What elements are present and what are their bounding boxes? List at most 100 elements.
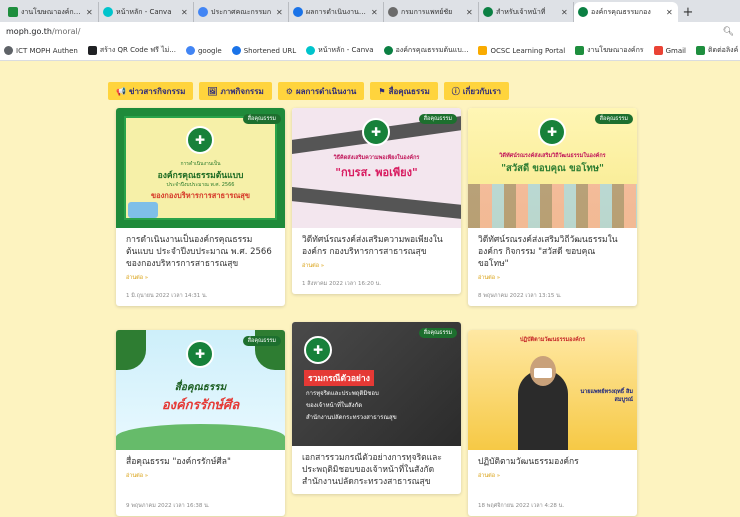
bookmark-item[interactable]: google bbox=[185, 46, 222, 55]
post-body: วิดีทัศน์รณรงค์ส่งเสริมวิถีวัฒนธรรมในองค… bbox=[468, 228, 637, 306]
nav-news-button[interactable]: 📢 ข่าวสารกิจกรรม bbox=[108, 82, 194, 100]
close-icon[interactable]: ✕ bbox=[181, 8, 189, 17]
browser-tab[interactable]: สำหรับเจ้าหน้าที่ ✕ bbox=[479, 2, 574, 22]
post-title[interactable]: วิดีทัศน์รณรงค์ส่งเสริมความพอเพียงในองค์… bbox=[302, 234, 451, 258]
category-badge: สื่อคุณธรรม bbox=[418, 114, 457, 124]
post-title[interactable]: การดำเนินงานเป็นองค์กรคุณธรรมต้นแบบ ประจ… bbox=[126, 234, 275, 270]
post-thumbnail[interactable]: ✚ สื่อคุณธรรม สื่อคุณธรรม องค์กรรักษ์ศีล bbox=[116, 330, 285, 450]
leaf-graphic bbox=[116, 330, 146, 370]
post-card[interactable]: ✚ สื่อคุณธรรม รวมกรณีตัวอย่าง การทุจริตแ… bbox=[292, 322, 461, 494]
tab-favicon-icon bbox=[198, 7, 208, 17]
browser-tab[interactable]: ผลการดำเนินงานองค์ ✕ bbox=[289, 2, 384, 22]
tab-title: สำหรับเจ้าหน้าที่ bbox=[496, 7, 546, 16]
nav-label: ผลการดำเนินงาน bbox=[295, 86, 357, 96]
tab-title: ประกาศคณะกรรมก bbox=[211, 7, 272, 16]
post-card[interactable]: ปฏิบัติตามวัฒนธรรมองค์กร นายแพทย์ทรงฤทธิ… bbox=[468, 330, 637, 516]
post-body: ปฏิบัติตามวัฒนธรรมองค์กร อ่านต่อ » 18 พฤ… bbox=[468, 450, 637, 516]
browser-tab[interactable]: หน้าหลัก - Canva ✕ bbox=[99, 2, 194, 22]
post-thumbnail[interactable]: ปฏิบัติตามวัฒนธรรมองค์กร นายแพทย์ทรงฤทธิ… bbox=[468, 330, 637, 450]
nav-media-button[interactable]: ⚑ สื่อคุณธรรม bbox=[370, 82, 438, 100]
tab-favicon-icon bbox=[8, 7, 18, 17]
bookmark-favicon-icon bbox=[575, 46, 585, 55]
post-thumbnail[interactable]: ✚ สื่อคุณธรรม วิธีคิดส่งเสริมความพอเพียง… bbox=[292, 108, 461, 228]
read-more-link[interactable]: อ่านต่อ » bbox=[126, 472, 275, 480]
bookmark-favicon-icon bbox=[306, 46, 316, 55]
close-icon[interactable]: ✕ bbox=[466, 8, 474, 17]
read-more-link[interactable]: อ่านต่อ » bbox=[302, 262, 451, 270]
thumbnail-text: สำนักงานปลัดกระทรวงสาธารณสุข bbox=[306, 414, 397, 421]
bookmark-item[interactable]: ติดต่อลิงค์ 5 ส. bbox=[696, 45, 740, 56]
post-title[interactable]: วิดีทัศน์รณรงค์ส่งเสริมวิถีวัฒนธรรมในองค… bbox=[478, 234, 627, 270]
nav-about-button[interactable]: ⓘ เกี่ยวกับเรา bbox=[443, 82, 509, 100]
nav-results-button[interactable]: ⚙ ผลการดำเนินงาน bbox=[277, 82, 365, 100]
face-mask bbox=[534, 368, 552, 378]
read-more-link[interactable]: อ่านต่อ » bbox=[126, 274, 275, 282]
tab-favicon-icon bbox=[578, 7, 588, 17]
thumbnail-text: องค์กรคุณธรรมต้นแบบ bbox=[157, 171, 244, 181]
bookmark-item[interactable]: องค์กรคุณธรรมต้นแบ... bbox=[383, 45, 468, 56]
bookmark-item[interactable]: Shortened URL bbox=[231, 46, 297, 55]
post-date: 9 พฤษภาคม 2022 เวลา 16:38 น. bbox=[126, 503, 210, 509]
thumbnail-text: ประจำปีงบประมาณ พ.ศ. 2566 bbox=[166, 182, 235, 188]
nav-label: สื่อคุณธรรม bbox=[388, 86, 430, 96]
post-thumbnail[interactable]: ✚ สื่อคุณธรรม รวมกรณีตัวอย่าง การทุจริตแ… bbox=[292, 322, 461, 446]
tab-favicon-icon bbox=[388, 7, 398, 17]
browser-tab[interactable]: ประกาศคณะกรรมก ✕ bbox=[194, 2, 289, 22]
bookmark-label: google bbox=[197, 46, 222, 55]
post-card[interactable]: ✚ สื่อคุณธรรม การดำเนินงานเป็น องค์กรคุณ… bbox=[116, 108, 285, 306]
post-card[interactable]: ✚ สื่อคุณธรรม วิดีทัศน์รณรงค์ส่งเสริมวิถ… bbox=[468, 108, 637, 306]
close-icon[interactable]: ✕ bbox=[276, 8, 284, 17]
thumbnail-text: สื่อคุณธรรม bbox=[174, 382, 227, 393]
post-card[interactable]: ✚ สื่อคุณธรรม วิธีคิดส่งเสริมความพอเพียง… bbox=[292, 108, 461, 294]
read-more-link[interactable]: อ่านต่อ » bbox=[478, 472, 627, 480]
tab-favicon-icon bbox=[293, 7, 303, 17]
thumbnail-text: การทุจริตและประพฤติมิชอบ bbox=[306, 390, 379, 397]
category-badge: สื่อคุณธรรม bbox=[242, 336, 281, 346]
post-thumbnail[interactable]: ✚ สื่อคุณธรรม วิดีทัศน์รณรงค์ส่งเสริมวิถ… bbox=[468, 108, 637, 228]
close-icon[interactable]: ✕ bbox=[561, 8, 569, 17]
bookmark-item[interactable]: หน้าหลัก - Canva bbox=[306, 45, 374, 56]
bookmark-item[interactable]: ICT MOPH Authen bbox=[4, 46, 78, 55]
post-title[interactable]: เอกสารรวมกรณีตัวอย่างการทุจริตและประพฤติ… bbox=[302, 452, 451, 488]
close-icon[interactable]: ✕ bbox=[371, 8, 379, 17]
close-icon[interactable]: ✕ bbox=[86, 8, 94, 17]
bookmark-item[interactable]: สร้าง QR Code ฟรี ไม่... bbox=[87, 45, 176, 56]
image-icon: 🖼 bbox=[207, 86, 218, 96]
film-strip-graphic bbox=[292, 186, 461, 220]
post-title[interactable]: สื่อคุณธรรม "องค์กรรักษ์ศีล" bbox=[126, 456, 275, 468]
tab-title: กรมการแพทย์ชัย bbox=[401, 7, 453, 16]
people-illustration bbox=[468, 184, 637, 228]
bookmarks-bar: ICT MOPH Authen สร้าง QR Code ฟรี ไม่...… bbox=[0, 41, 740, 61]
bookmark-item[interactable]: OCSC Learning Portal bbox=[478, 46, 565, 55]
browser-tab[interactable]: กรมการแพทย์ชัย ✕ bbox=[384, 2, 479, 22]
bookmark-item[interactable]: งานโฆษณาองค์กร bbox=[575, 45, 644, 56]
thumbnail-text: วิธีคิดส่งเสริมความพอเพียงในองค์กร bbox=[333, 155, 420, 161]
post-body: สื่อคุณธรรม "องค์กรรักษ์ศีล" อ่านต่อ » 9… bbox=[116, 450, 285, 516]
read-more-link[interactable]: อ่านต่อ » bbox=[478, 274, 627, 282]
bookmark-label: Shortened URL bbox=[243, 46, 297, 55]
bookmark-favicon-icon bbox=[185, 46, 195, 55]
post-thumbnail[interactable]: ✚ สื่อคุณธรรม การดำเนินงานเป็น องค์กรคุณ… bbox=[116, 108, 285, 228]
nav-gallery-button[interactable]: 🖼 ภาพกิจกรรม bbox=[199, 82, 272, 100]
zoom-icon[interactable]: 🔍︎ bbox=[723, 27, 734, 37]
moph-logo-icon: ✚ bbox=[304, 336, 332, 364]
bookmark-item[interactable]: Gmail bbox=[653, 46, 686, 55]
category-badge: สื่อคุณธรรม bbox=[242, 114, 281, 124]
new-tab-button[interactable]: + bbox=[678, 2, 698, 22]
address-bar[interactable]: moph.go.th/moral/ 🔍︎ bbox=[0, 22, 740, 41]
browser-tab[interactable]: งานโฆษณาองค์กร - ดี ✕ bbox=[4, 2, 99, 22]
close-icon[interactable]: ✕ bbox=[666, 8, 674, 17]
bookmark-label: สร้าง QR Code ฟรี ไม่... bbox=[99, 46, 176, 54]
thumbnail-text: นายแพทย์ทรงฤทธิ์ สิมสมบูรณ์ bbox=[580, 389, 633, 403]
flag-icon: ⚑ bbox=[378, 86, 386, 96]
gear-icon: ⚙ bbox=[285, 86, 293, 96]
post-date: 1 มิ.ถุนายน 2022 เวลา 14:31 น. bbox=[126, 293, 208, 299]
thumbnail-text: ของกองบริหารการสาธารณสุข bbox=[150, 191, 251, 200]
megaphone-icon: 📢 bbox=[116, 86, 126, 96]
post-card[interactable]: ✚ สื่อคุณธรรม สื่อคุณธรรม องค์กรรักษ์ศีล… bbox=[116, 330, 285, 516]
browser-tab-active[interactable]: องค์กรคุณธรรมกอง ✕ bbox=[574, 2, 678, 22]
category-badge: สื่อคุณธรรม bbox=[594, 114, 633, 124]
post-title[interactable]: ปฏิบัติตามวัฒนธรรมองค์กร bbox=[478, 456, 627, 468]
tab-title: หน้าหลัก - Canva bbox=[116, 7, 172, 16]
url-text[interactable]: moph.go.th/moral/ bbox=[6, 27, 723, 36]
